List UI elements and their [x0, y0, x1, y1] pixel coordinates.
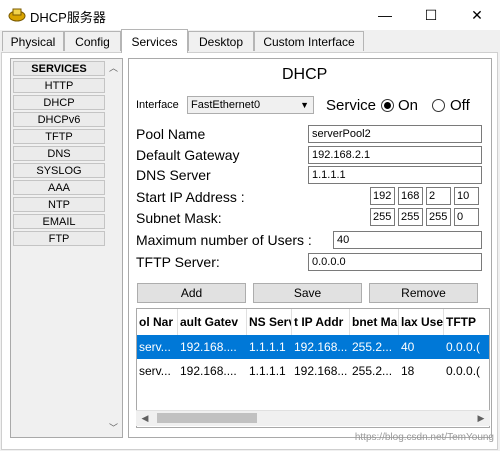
column-header-tftp[interactable]: TFTP [444, 309, 489, 335]
dropdown-arrow-icon: ▼ [300, 100, 309, 110]
remove-button[interactable]: Remove [369, 283, 478, 303]
dns-server-label: DNS Server [136, 167, 211, 183]
default-gateway-label: Default Gateway [136, 147, 240, 163]
table-cell: 255.2... [352, 340, 393, 354]
watermark: https://blog.csdn.net/TemYoung [354, 432, 494, 443]
window-title: DHCP服务器 [30, 10, 106, 25]
service-label: Service [326, 97, 377, 114]
interface-value: FastEthernet0 [191, 99, 261, 111]
tftp-server-label: TFTP Server: [136, 254, 220, 270]
table-cell: serv... [139, 340, 171, 354]
table-cell: 18 [401, 364, 415, 378]
pool-name-label: Pool Name [136, 126, 206, 142]
tab-custom-interface[interactable]: Custom Interface [254, 31, 364, 51]
service-on-radio[interactable] [381, 99, 394, 112]
column-header-max-users[interactable]: lax Use [399, 309, 444, 335]
scroll-up-icon[interactable]: ︿ [106, 60, 121, 75]
table-cell: 1.1.1.1 [249, 364, 286, 378]
start-ip-label: Start IP Address : [136, 189, 245, 205]
scroll-left-icon[interactable]: ◀ [138, 411, 152, 425]
start-ip-octet-1[interactable]: 192 [370, 187, 395, 205]
sidebar-item-dhcp[interactable]: DHCP [13, 95, 105, 110]
tab-services[interactable]: Services [121, 29, 188, 53]
service-off-radio[interactable] [432, 99, 445, 112]
tftp-server-input[interactable]: 0.0.0.0 [308, 253, 482, 271]
subnet-mask-octet-1[interactable]: 255 [370, 208, 395, 226]
pool-name-input[interactable]: serverPool2 [308, 125, 482, 143]
scrollbar-thumb[interactable] [157, 413, 257, 423]
services-scrollbar[interactable] [106, 60, 121, 436]
interface-select[interactable]: FastEthernet0 ▼ [187, 96, 314, 114]
column-header-dns[interactable]: NS Serv [247, 309, 292, 335]
tab-desktop[interactable]: Desktop [188, 31, 254, 51]
column-header-pool-name[interactable]: ol Nar [137, 309, 178, 335]
start-ip-octet-3[interactable]: 2 [426, 187, 451, 205]
subnet-mask-octet-2[interactable]: 255 [398, 208, 423, 226]
default-gateway-input[interactable]: 192.168.2.1 [308, 146, 482, 164]
table-cell: 255.2... [352, 364, 393, 378]
tab-config[interactable]: Config [64, 31, 121, 51]
packet-tracer-icon [8, 8, 26, 22]
sidebar-item-aaa[interactable]: AAA [13, 180, 105, 195]
service-on-label: On [398, 97, 419, 114]
sidebar-item-dhcpv6[interactable]: DHCPv6 [13, 112, 105, 127]
services-header: SERVICES [13, 61, 105, 76]
sidebar-item-ntp[interactable]: NTP [13, 197, 105, 212]
max-users-input[interactable]: 40 [333, 231, 482, 249]
scroll-down-icon[interactable]: ﹀ [106, 420, 121, 435]
save-button[interactable]: Save [253, 283, 362, 303]
sidebar-item-syslog[interactable]: SYSLOG [13, 163, 105, 178]
table-cell: 1.1.1.1 [249, 340, 286, 354]
table-cell: 192.168... [294, 364, 348, 378]
table-cell: 192.168.... [180, 364, 237, 378]
interface-label: Interface [136, 99, 179, 111]
start-ip-octet-4[interactable]: 10 [454, 187, 479, 205]
subnet-mask-label: Subnet Mask: [136, 210, 222, 226]
column-header-subnet-mask[interactable]: bnet Ma [350, 309, 399, 335]
max-users-label: Maximum number of Users : [136, 232, 312, 248]
sidebar-item-http[interactable]: HTTP [13, 78, 105, 93]
sidebar-item-tftp[interactable]: TFTP [13, 129, 105, 144]
dhcp-heading: DHCP [282, 66, 328, 83]
table-cell: 0.0.0.( [446, 364, 481, 378]
column-header-gateway[interactable]: ault Gatev [178, 309, 247, 335]
close-button[interactable]: ✕ [454, 0, 500, 30]
minimize-button[interactable]: — [362, 0, 408, 30]
table-cell: 192.168.... [180, 340, 237, 354]
subnet-mask-octet-4[interactable]: 0 [454, 208, 479, 226]
table-cell: serv... [139, 364, 171, 378]
dns-server-input[interactable]: 1.1.1.1 [308, 166, 482, 184]
table-cell: 192.168... [294, 340, 348, 354]
column-header-start-ip[interactable]: t IP Addr [292, 309, 350, 335]
sidebar-item-email[interactable]: EMAIL [13, 214, 105, 229]
table-cell: 0.0.0.( [446, 340, 481, 354]
add-button[interactable]: Add [137, 283, 246, 303]
tab-physical[interactable]: Physical [2, 31, 64, 51]
table-cell: 40 [401, 340, 415, 354]
maximize-button[interactable]: ☐ [408, 0, 454, 30]
table-row[interactable]: serv... 192.168.... 1.1.1.1 192.168... 2… [137, 359, 489, 383]
table-row[interactable]: serv... 192.168.... 1.1.1.1 192.168... 2… [137, 335, 489, 359]
service-off-label: Off [450, 97, 470, 114]
subnet-mask-octet-3[interactable]: 255 [426, 208, 451, 226]
sidebar-item-dns[interactable]: DNS [13, 146, 105, 161]
sidebar-item-ftp[interactable]: FTP [13, 231, 105, 246]
scroll-right-icon[interactable]: ▶ [474, 411, 488, 425]
start-ip-octet-2[interactable]: 168 [398, 187, 423, 205]
